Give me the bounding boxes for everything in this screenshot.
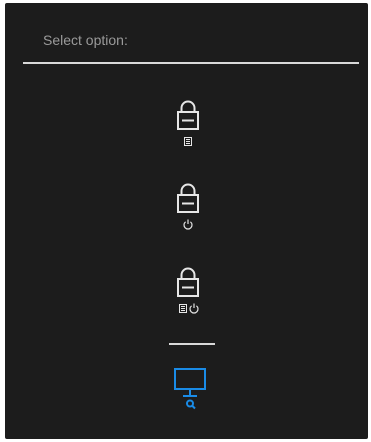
header-divider: [23, 62, 359, 64]
option-dialog: Select option:: [5, 3, 368, 439]
lock-menu-power-option[interactable]: [166, 264, 212, 324]
lock-icon: [177, 183, 199, 213]
options-divider: [169, 343, 215, 345]
power-icon: [189, 303, 199, 314]
lock-icon: [177, 267, 199, 297]
lock-power-option[interactable]: [166, 180, 212, 240]
menu-icon: [179, 304, 187, 313]
monitor-diagnostics-option[interactable]: [171, 366, 211, 414]
menu-icon: [184, 137, 192, 146]
power-icon: [183, 219, 193, 230]
lock-icon: [177, 100, 199, 130]
monitor-diagnostics-icon: [174, 368, 206, 410]
lock-menu-option[interactable]: [166, 97, 212, 157]
select-option-label: Select option:: [43, 32, 128, 48]
